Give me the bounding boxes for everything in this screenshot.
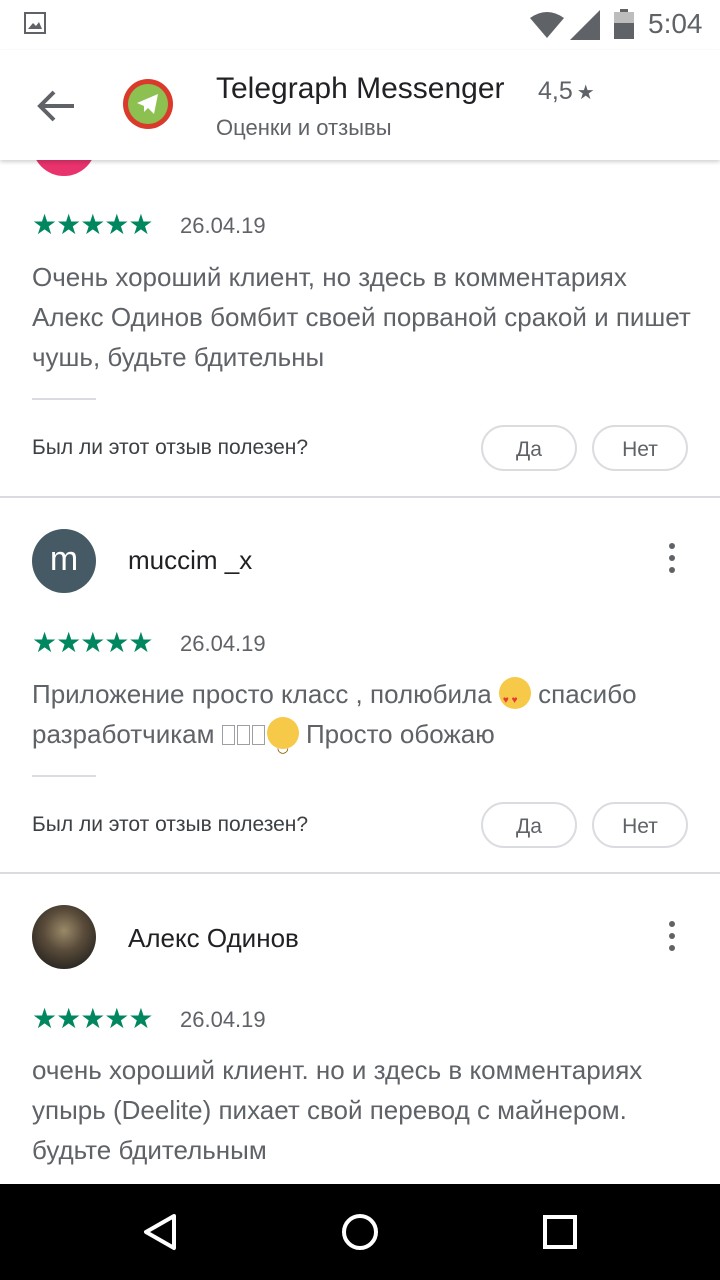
helpful-question: Был ли этот отзыв полезен? bbox=[32, 813, 309, 836]
missing-glyph-icon bbox=[251, 725, 265, 745]
signal-icon bbox=[570, 10, 600, 40]
review-item: ★★★★★ 26.04.19 Очень хороший клиент, но … bbox=[0, 160, 720, 496]
review-stars: ★★★★★ bbox=[32, 1003, 154, 1034]
nav-recents-icon[interactable] bbox=[542, 1214, 578, 1250]
more-options-icon[interactable] bbox=[662, 921, 682, 957]
review-text-part: Приложение просто класс , полюбила bbox=[32, 679, 499, 709]
nav-back-icon[interactable] bbox=[140, 1212, 180, 1252]
app-title: Telegraph Messenger bbox=[216, 72, 505, 105]
app-rating: 4,5 ★ bbox=[538, 77, 595, 106]
separator bbox=[32, 775, 96, 777]
avatar: m bbox=[32, 529, 96, 593]
review-item: m muccim _x ★★★★★ 26.04.19 Приложение пр… bbox=[0, 498, 720, 872]
review-text-part: Просто обожаю bbox=[298, 719, 495, 749]
review-item: Алекс Одинов ★★★★★ 26.04.19 очень хороши… bbox=[0, 874, 720, 1184]
nav-home-icon[interactable] bbox=[340, 1212, 380, 1252]
missing-glyph-icon bbox=[221, 725, 235, 745]
review-date: 26.04.19 bbox=[180, 631, 266, 656]
review-text: очень хороший клиент. но и здесь в комме… bbox=[32, 1055, 643, 1165]
review-stars: ★★★★★ bbox=[32, 209, 154, 240]
review-author: Алекс Одинов bbox=[128, 923, 299, 953]
review-date: 26.04.19 bbox=[180, 1007, 266, 1032]
review-text: Приложение просто класс , полюбила спаси… bbox=[32, 674, 692, 767]
status-bar: 5:04 bbox=[0, 0, 720, 50]
helpful-yes-button[interactable]: Да bbox=[481, 802, 577, 848]
separator bbox=[32, 398, 96, 400]
reviews-list[interactable]: ★★★★★ 26.04.19 Очень хороший клиент, но … bbox=[0, 160, 720, 1184]
avatar bbox=[32, 160, 96, 176]
helpful-question: Был ли этот отзыв полезен? bbox=[32, 436, 309, 459]
app-bar: Telegraph Messenger 4,5 ★ Оценки и отзывы bbox=[0, 50, 720, 160]
review-author: muccim _x bbox=[128, 545, 253, 575]
back-arrow-icon[interactable] bbox=[34, 86, 78, 126]
battery-icon bbox=[614, 9, 634, 39]
avatar bbox=[32, 905, 96, 969]
status-time: 5:04 bbox=[648, 8, 703, 39]
image-notification-icon bbox=[24, 12, 46, 34]
hugging-emoji-icon bbox=[266, 717, 299, 767]
helpful-no-button[interactable]: Нет bbox=[592, 425, 688, 471]
rating-star-icon: ★ bbox=[576, 82, 595, 104]
page-subtitle: Оценки и отзывы bbox=[216, 115, 392, 140]
review-date: 26.04.19 bbox=[180, 213, 266, 238]
review-stars: ★★★★★ bbox=[32, 627, 154, 658]
missing-glyph-icon bbox=[236, 725, 250, 745]
app-rating-value: 4,5 bbox=[538, 77, 573, 105]
heart-eyes-emoji-icon bbox=[498, 677, 531, 721]
wifi-icon bbox=[530, 12, 564, 38]
helpful-yes-button[interactable]: Да bbox=[481, 425, 577, 471]
more-options-icon[interactable] bbox=[662, 543, 682, 579]
helpful-no-button[interactable]: Нет bbox=[592, 802, 688, 848]
review-text: Очень хороший клиент, но здесь в коммент… bbox=[32, 262, 691, 372]
navigation-bar bbox=[0, 1184, 720, 1280]
app-icon[interactable] bbox=[122, 78, 174, 130]
